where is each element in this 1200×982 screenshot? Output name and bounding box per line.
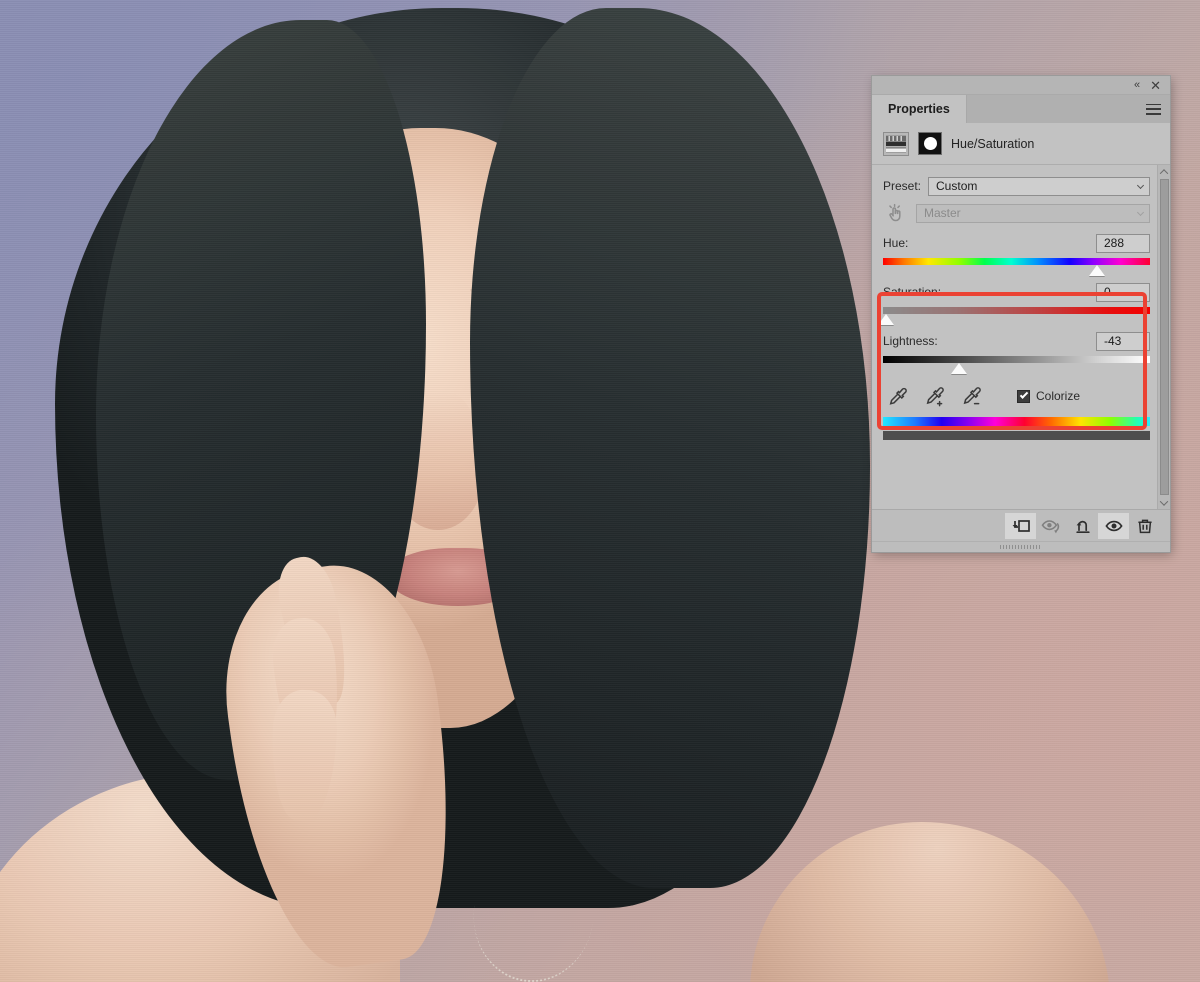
screenshot-root: « ✕ Properties Hue/Saturation Preset: Cu… [0, 0, 1200, 982]
chevron-down-icon [1136, 208, 1145, 217]
eyedropper-sample-icon[interactable] [888, 386, 909, 407]
close-icon[interactable]: ✕ [1150, 79, 1161, 92]
preset-value: Custom [936, 179, 978, 193]
lightness-track-wrap[interactable] [883, 353, 1150, 374]
channel-row: Master [872, 198, 1170, 228]
hue-range-bars [872, 408, 1170, 440]
layer-mask-icon[interactable] [918, 132, 942, 155]
saturation-slider-block: Saturation: 0 [872, 281, 1170, 325]
toggle-previous-state-button[interactable] [1036, 513, 1067, 539]
properties-panel: « ✕ Properties Hue/Saturation Preset: Cu… [872, 76, 1170, 552]
colorize-label: Colorize [1036, 389, 1081, 403]
shoulder-right [750, 822, 1110, 982]
saturation-label: Saturation: [883, 285, 942, 299]
lightness-value-input[interactable]: -43 [1096, 331, 1150, 351]
preset-select[interactable]: Custom [928, 176, 1150, 196]
on-image-adjustment-icon[interactable] [885, 202, 907, 224]
channel-select[interactable]: Master [916, 203, 1150, 223]
saturation-slider-thumb[interactable] [877, 314, 894, 325]
preset-row: Preset: Custom [872, 174, 1170, 198]
panel-menu-icon[interactable] [1146, 103, 1161, 115]
hue-saturation-adjustment-icon[interactable] [883, 131, 909, 156]
hue-value-input[interactable]: 288 [1096, 233, 1150, 253]
delete-adjustment-layer-button[interactable] [1129, 513, 1160, 539]
eyedropper-add-icon[interactable] [925, 386, 946, 407]
hue-slider-thumb[interactable] [1088, 265, 1105, 276]
scroll-up-arrow[interactable] [1159, 165, 1169, 178]
necklace-chain [464, 892, 596, 982]
hue-gradient-track [883, 258, 1150, 265]
clip-to-layer-button[interactable] [1005, 512, 1036, 539]
tools-row: Colorize [872, 374, 1170, 408]
panel-tab-row: Properties [872, 95, 1170, 123]
colorize-checkbox-box[interactable] [1017, 389, 1030, 403]
lightness-slider-block: Lightness: -43 [872, 330, 1170, 374]
saturation-value-input[interactable]: 0 [1096, 282, 1150, 302]
hue-range-bar [883, 417, 1150, 426]
toggle-layer-visibility-button[interactable] [1098, 512, 1129, 539]
lightness-label: Lightness: [883, 334, 938, 348]
colorize-checkbox[interactable]: Colorize [1017, 389, 1080, 403]
panel-footer [872, 509, 1170, 541]
eyedropper-subtract-icon[interactable] [962, 386, 983, 407]
hue-range-selector-bar[interactable] [883, 431, 1150, 440]
lightness-slider-thumb[interactable] [951, 363, 968, 374]
hue-label: Hue: [883, 236, 909, 250]
preset-label: Preset: [883, 179, 922, 193]
adjustment-title: Hue/Saturation [951, 136, 1035, 151]
collapse-panel-icon[interactable]: « [1134, 79, 1140, 91]
panel-body: Preset: Custom Master Hue: 288 Saturatio… [872, 165, 1170, 509]
check-icon [1019, 390, 1028, 399]
saturation-gradient-track [883, 307, 1150, 314]
saturation-track-wrap[interactable] [877, 304, 1150, 325]
panel-titlebar: « ✕ [872, 76, 1170, 95]
tab-properties[interactable]: Properties [872, 95, 967, 123]
hue-track-wrap[interactable] [883, 255, 1150, 276]
chevron-down-icon [1136, 181, 1145, 190]
panel-resize-grip[interactable] [872, 541, 1170, 552]
channel-value: Master [924, 206, 961, 220]
lightness-gradient-track [883, 356, 1150, 363]
adjustment-header: Hue/Saturation [872, 123, 1170, 165]
reset-adjustment-button[interactable] [1067, 513, 1098, 539]
hue-slider-block: Hue: 288 [872, 232, 1170, 276]
scroll-down-arrow[interactable] [1159, 496, 1169, 509]
panel-scrollbar[interactable] [1157, 165, 1170, 509]
scrollbar-thumb[interactable] [1159, 179, 1169, 495]
